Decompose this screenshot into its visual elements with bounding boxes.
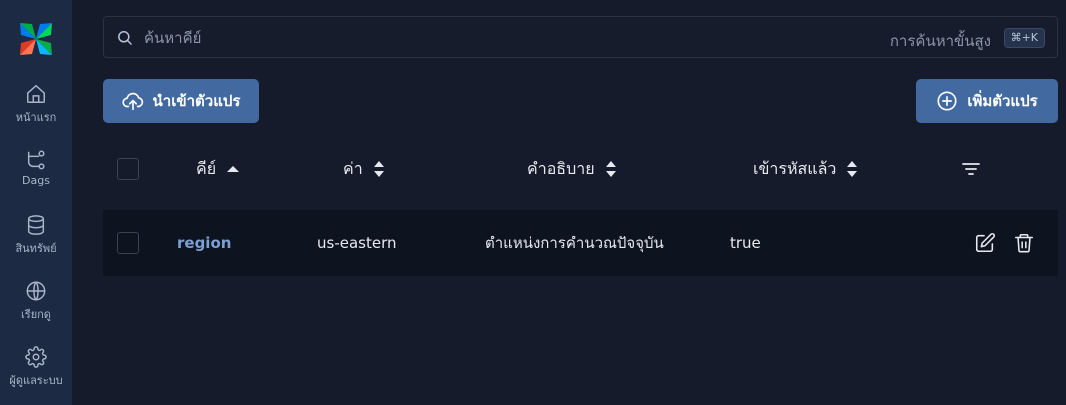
gear-icon — [25, 346, 47, 368]
search-bar: การค้นหาขั้นสูง ⌘+K — [103, 16, 1058, 58]
sort-icon — [605, 161, 616, 177]
sidebar-item-label: สินทรัพย์ — [15, 242, 57, 255]
sidebar-item-assets[interactable]: สินทรัพย์ — [0, 214, 72, 257]
variable-key[interactable]: region — [177, 234, 231, 252]
main-content: การค้นหาขั้นสูง ⌘+K นำเข้าตัวแปร เพิ่มตั… — [72, 0, 1066, 405]
advanced-search-link[interactable]: การค้นหาขั้นสูง — [890, 29, 991, 53]
globe-icon — [26, 281, 46, 301]
column-header-description[interactable]: คำอธิบาย — [527, 138, 617, 200]
sort-icon — [847, 161, 858, 177]
search-icon — [118, 31, 133, 46]
sidebar-item-dags[interactable]: Dags — [0, 149, 72, 187]
column-header-value[interactable]: ค่า — [343, 138, 385, 200]
column-header-key[interactable]: คีย์ — [196, 138, 240, 200]
sidebar: หน้าแรก Dags สินทรัพย์ เรียกดู ผู้ดูแลระ… — [0, 0, 72, 405]
edit-icon[interactable] — [974, 232, 996, 254]
variable-key-link[interactable]: region — [177, 210, 231, 276]
table-header: คีย์ ค่า คำอธิบาย เข้ารหัสแล้ว — [103, 138, 1058, 200]
sidebar-item-label: Dags — [22, 174, 50, 187]
select-all-checkbox[interactable] — [117, 158, 139, 180]
filter-icon[interactable] — [962, 161, 980, 177]
add-variable-button[interactable]: เพิ่มตัวแปร — [916, 79, 1058, 123]
plus-circle-icon — [937, 91, 957, 111]
sidebar-item-label: หน้าแรก — [15, 111, 57, 124]
add-variable-label: เพิ่มตัวแปร — [967, 92, 1038, 110]
home-icon — [27, 84, 45, 103]
column-header-label: ค่า — [343, 158, 363, 178]
keyboard-shortcut-badge: ⌘+K — [1003, 28, 1045, 48]
airflow-logo[interactable] — [18, 21, 54, 57]
variable-value: us-eastern — [317, 234, 397, 252]
variable-encrypted: true — [730, 234, 761, 252]
variable-description: ตำแหน่งการคำนวณปัจจุบัน — [485, 234, 664, 252]
dag-icon — [27, 150, 45, 170]
sort-icon — [373, 161, 384, 177]
sidebar-item-admin[interactable]: ผู้ดูแลระบบ — [0, 346, 72, 389]
column-header-label: คำอธิบาย — [527, 158, 595, 178]
sort-asc-icon — [227, 166, 240, 172]
delete-icon[interactable] — [1013, 232, 1035, 254]
sidebar-item-home[interactable]: หน้าแรก — [0, 83, 72, 126]
column-header-label: คีย์ — [196, 158, 217, 178]
import-variables-label: นำเข้าตัวแปร — [152, 92, 241, 110]
search-input[interactable] — [142, 25, 746, 51]
sidebar-item-browse[interactable]: เรียกดู — [0, 280, 72, 323]
table-row: region us-eastern ตำแหน่งการคำนวณปัจจุบั… — [103, 210, 1058, 276]
row-checkbox[interactable] — [117, 232, 139, 254]
sidebar-item-label: เรียกดู — [21, 308, 51, 321]
import-variables-button[interactable]: นำเข้าตัวแปร — [103, 79, 259, 123]
database-icon — [27, 215, 45, 235]
sidebar-item-label: ผู้ดูแลระบบ — [9, 374, 63, 387]
column-header-label: เข้ารหัสแล้ว — [753, 158, 837, 178]
column-header-encrypted[interactable]: เข้ารหัสแล้ว — [753, 138, 858, 200]
cloud-upload-icon — [121, 92, 143, 111]
